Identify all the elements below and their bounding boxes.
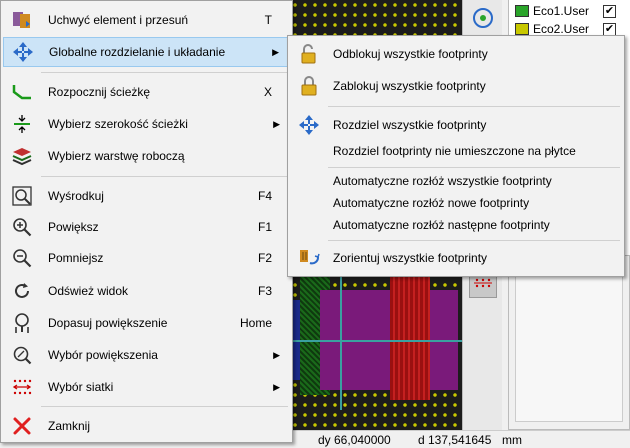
menu-separator bbox=[41, 406, 288, 407]
route-track-icon bbox=[9, 80, 35, 104]
spread-arrows-icon bbox=[10, 40, 36, 64]
submenu-arrow-icon: ▶ bbox=[273, 381, 280, 392]
menu-separator bbox=[41, 72, 288, 73]
menu-item-zoom-fit[interactable]: Dopasuj powiększenie Home bbox=[3, 308, 290, 338]
zoom-out-icon bbox=[9, 246, 35, 270]
spread-arrows-icon bbox=[296, 113, 322, 137]
menu-item-center[interactable]: Wyśrodkuj F4 bbox=[3, 181, 290, 211]
layer-name: Eco2.User bbox=[533, 22, 590, 36]
menu-item-track-width[interactable]: Wybierz szerokość ścieżki ▶ bbox=[3, 109, 290, 139]
context-menu: Uchwyć element i przesuń T Globalne rozd… bbox=[0, 0, 293, 443]
submenu-item-autoplace-new[interactable]: Automatyczne rozłóż nowe footprinty bbox=[290, 192, 622, 214]
submenu-item-spread-not-placed[interactable]: Rozdziel footprinty nie umieszczone na p… bbox=[290, 140, 622, 162]
zoom-in-icon bbox=[9, 215, 35, 239]
orient-icon bbox=[296, 246, 322, 270]
unlock-icon bbox=[296, 42, 322, 66]
layer-row-eco1[interactable]: Eco1.User ✔ bbox=[515, 2, 617, 20]
status-units: mm bbox=[502, 433, 522, 447]
layer-visibility-checkbox[interactable]: ✔ bbox=[603, 22, 617, 36]
zoom-fit-icon bbox=[9, 311, 35, 335]
lock-icon bbox=[296, 74, 322, 98]
pcb-trace bbox=[280, 340, 462, 342]
menu-item-zoom-out[interactable]: Pomniejsz F2 bbox=[3, 243, 290, 273]
grid-select-icon bbox=[9, 375, 35, 399]
zoom-select-icon bbox=[9, 343, 35, 367]
submenu-arrow-icon: ▶ bbox=[273, 118, 280, 129]
submenu-arrow-icon: ▶ bbox=[273, 349, 280, 360]
submenu-item-autoplace-all[interactable]: Automatyczne rozłóż wszystkie footprinty bbox=[290, 170, 622, 192]
layer-color-swatch bbox=[515, 23, 529, 35]
menu-item-refresh[interactable]: Odśwież widok F3 bbox=[3, 276, 290, 306]
menu-separator bbox=[41, 176, 288, 177]
pcb-trace bbox=[340, 270, 342, 410]
layer-visibility-checkbox[interactable]: ✔ bbox=[603, 4, 617, 18]
menu-separator bbox=[328, 167, 620, 168]
menu-separator bbox=[328, 106, 620, 107]
submenu-item-orient-all[interactable]: Zorientuj wszystkie footprinty bbox=[290, 243, 622, 273]
menu-item-start-track[interactable]: Rozpocznij ścieżkę X bbox=[3, 77, 290, 107]
menu-item-zoom-in[interactable]: Powiększ F1 bbox=[3, 212, 290, 242]
close-icon bbox=[9, 414, 35, 438]
submenu-item-spread-all[interactable]: Rozdziel wszystkie footprinty bbox=[290, 110, 622, 140]
menu-item-zoom-select[interactable]: Wybór powiększenia ▶ bbox=[3, 340, 290, 370]
move-item-icon bbox=[9, 8, 35, 32]
layer-name: Eco1.User bbox=[533, 4, 590, 18]
status-d: d 137,541645 bbox=[418, 433, 492, 447]
track-width-icon bbox=[9, 112, 35, 136]
layers-lower-panel bbox=[508, 255, 630, 430]
submenu-arrow-icon: ▶ bbox=[272, 46, 279, 57]
copper-zone-red bbox=[390, 270, 430, 400]
layers-lower-box bbox=[515, 262, 623, 422]
menu-item-work-layer[interactable]: Wybierz warstwę roboczą bbox=[3, 141, 290, 171]
menu-item-grab-move[interactable]: Uchwyć element i przesuń T bbox=[3, 5, 290, 35]
submenu-item-unlock-all[interactable]: Odblokuj wszystkie footprinty bbox=[290, 39, 622, 69]
status-dy: dy 66,040000 bbox=[318, 433, 391, 447]
menu-item-global-spread[interactable]: Globalne rozdzielanie i układanie ▶ bbox=[3, 37, 290, 67]
zoom-center-icon bbox=[9, 184, 35, 208]
highlight-net-icon[interactable] bbox=[471, 6, 495, 30]
submenu-item-autoplace-next[interactable]: Automatyczne rozłóż następne footprinty bbox=[290, 214, 622, 236]
menu-item-close[interactable]: Zamknij bbox=[3, 411, 290, 441]
global-spread-submenu: Odblokuj wszystkie footprinty Zablokuj w… bbox=[287, 35, 625, 277]
refresh-icon bbox=[9, 279, 35, 303]
menu-separator bbox=[328, 240, 620, 241]
layers-icon bbox=[9, 144, 35, 168]
layer-color-swatch bbox=[515, 5, 529, 17]
menu-item-grid-select[interactable]: Wybór siatki ▶ bbox=[3, 372, 290, 402]
submenu-item-lock-all[interactable]: Zablokuj wszystkie footprinty bbox=[290, 71, 622, 101]
